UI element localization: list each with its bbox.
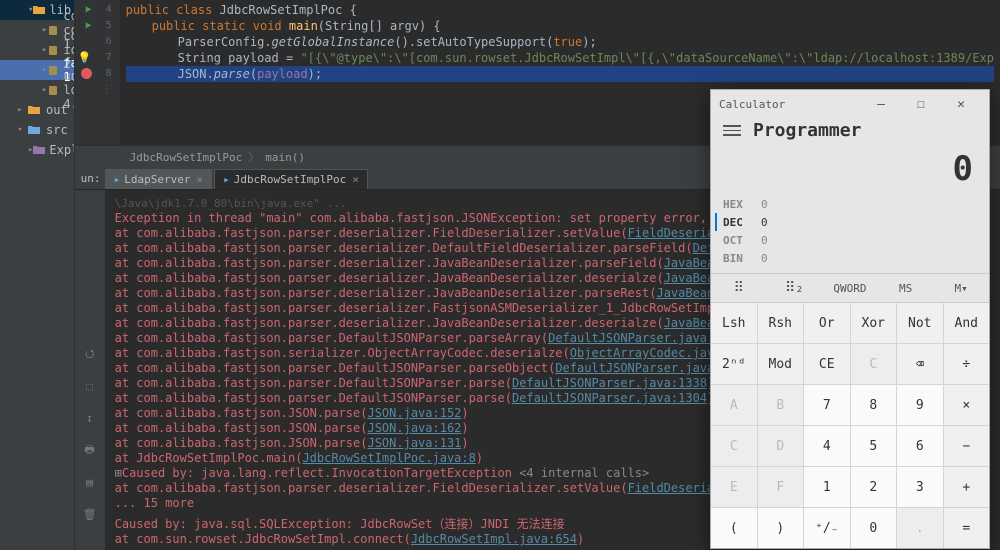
close-icon[interactable]: ×: [352, 173, 359, 186]
calc-key[interactable]: C: [851, 344, 897, 384]
calc-key[interactable]: 5: [851, 426, 897, 466]
calc-key[interactable]: =: [944, 508, 990, 548]
run-icon[interactable]: ▶: [86, 2, 92, 18]
close-icon[interactable]: ×: [196, 173, 203, 186]
calc-keypad: LshRshOrXorNotAnd2ⁿᵈModCEC⌫÷AB789×CD456−…: [711, 303, 989, 548]
calc-key[interactable]: Xor: [851, 303, 897, 343]
folder-o-icon: [26, 103, 42, 117]
calc-key[interactable]: ): [758, 508, 804, 548]
calc-key[interactable]: 3: [897, 467, 943, 507]
breadcrumb-method[interactable]: main(): [265, 151, 305, 164]
calc-key[interactable]: 0: [851, 508, 897, 548]
calc-key[interactable]: CE: [804, 344, 850, 384]
run-tab[interactable]: ▸LdapServer×: [105, 169, 212, 189]
calc-toolbar-btn[interactable]: M▾: [933, 274, 989, 302]
calc-toolbar-btn[interactable]: ⠿₂: [767, 274, 823, 302]
folder-b-icon: [26, 123, 42, 137]
calc-toolbar: ⠿⠿₂QWORDMSM▾: [711, 273, 989, 303]
calc-key[interactable]: ⌫: [897, 344, 943, 384]
calc-mode: Programmer: [753, 120, 861, 141]
calc-toolbar-btn[interactable]: QWORD: [822, 274, 878, 302]
calc-key[interactable]: 2ⁿᵈ: [711, 344, 757, 384]
calc-key[interactable]: C: [711, 426, 757, 466]
calculator-window[interactable]: Calculator — ☐ ✕ Programmer 0 HEX0DEC0OC…: [710, 89, 990, 549]
calculator-titlebar[interactable]: Calculator — ☐ ✕: [711, 90, 989, 118]
calc-key[interactable]: ÷: [944, 344, 990, 384]
tree-label: out: [46, 103, 68, 117]
calc-key[interactable]: Or: [804, 303, 850, 343]
tree-item[interactable]: ▾ src: [0, 120, 74, 140]
calc-key[interactable]: F: [758, 467, 804, 507]
maximize-button[interactable]: ☐: [901, 97, 941, 112]
down-icon[interactable]: ↧: [81, 409, 99, 427]
calc-key[interactable]: Rsh: [758, 303, 804, 343]
calc-key[interactable]: D: [758, 426, 804, 466]
run-label: un:: [81, 172, 101, 189]
bulb-icon[interactable]: 💡: [78, 50, 92, 66]
tree-arrow-icon[interactable]: ▾: [14, 125, 26, 135]
base-row[interactable]: DEC0: [715, 213, 977, 231]
editor-gutter: 4▶ 5▶ 6 7💡 8 ⋮: [75, 0, 120, 145]
run-icon[interactable]: ▶: [86, 18, 92, 34]
calc-key[interactable]: 6: [897, 426, 943, 466]
calc-key[interactable]: (: [711, 508, 757, 548]
calc-key[interactable]: 4: [804, 426, 850, 466]
rerun-icon[interactable]: ⭯: [81, 345, 99, 363]
tree-item[interactable]: ▸ out: [0, 100, 74, 120]
calc-key[interactable]: Lsh: [711, 303, 757, 343]
calc-toolbar-btn[interactable]: ⠿: [711, 274, 767, 302]
jar-icon: [47, 23, 59, 37]
project-tree[interactable]: ▾lib▸commons-codec-1.12.jar▸commons-io-2…: [0, 0, 75, 550]
breakpoint-icon[interactable]: [81, 68, 92, 79]
calc-key[interactable]: 1: [804, 467, 850, 507]
src-icon: [33, 143, 45, 157]
stop-icon[interactable]: ⬚: [81, 377, 99, 395]
calc-key[interactable]: ⁺/₋: [804, 508, 850, 548]
menu-icon[interactable]: [723, 125, 741, 136]
jar-icon: [47, 83, 59, 97]
chevron-right-icon: 〉: [248, 149, 259, 165]
breadcrumb-class[interactable]: JdbcRowSetImplPoc: [130, 151, 243, 164]
jar-icon: [47, 63, 59, 77]
calc-key[interactable]: 8: [851, 385, 897, 425]
calc-key[interactable]: And: [944, 303, 990, 343]
calc-toolbar-btn[interactable]: MS: [878, 274, 934, 302]
base-list: HEX0DEC0OCT0BIN0: [711, 195, 989, 273]
calc-key[interactable]: ×: [944, 385, 990, 425]
calc-key[interactable]: E: [711, 467, 757, 507]
calc-display: 0: [711, 149, 989, 195]
close-button[interactable]: ✕: [941, 97, 981, 112]
jar-icon: [47, 43, 59, 57]
calc-key[interactable]: +: [944, 467, 990, 507]
calc-key[interactable]: −: [944, 426, 990, 466]
calc-key[interactable]: 2: [851, 467, 897, 507]
calc-key[interactable]: B: [758, 385, 804, 425]
calc-key[interactable]: A: [711, 385, 757, 425]
calc-key[interactable]: .: [897, 508, 943, 548]
print-icon[interactable]: 🖶: [81, 441, 99, 459]
run-toolbar: ⭯ ⬚ ↧ 🖶 ▤ 🗑: [75, 190, 105, 550]
tree-item[interactable]: ▸Exploit: [0, 140, 74, 160]
calc-key[interactable]: 7: [804, 385, 850, 425]
run-tab[interactable]: ▸JdbcRowSetImplPoc×: [214, 169, 368, 189]
folder-o-icon: [33, 3, 45, 17]
tree-arrow-icon[interactable]: ▸: [14, 105, 26, 115]
calc-key[interactable]: 9: [897, 385, 943, 425]
calc-key[interactable]: Not: [897, 303, 943, 343]
trash-icon[interactable]: 🗑: [81, 505, 99, 523]
base-row[interactable]: BIN0: [723, 249, 977, 267]
tree-label: src: [46, 123, 68, 137]
base-row[interactable]: OCT0: [723, 231, 977, 249]
base-row[interactable]: HEX0: [723, 195, 977, 213]
minimize-button[interactable]: —: [861, 97, 901, 112]
tree-item[interactable]: ▸unboundid-ldapsdk-4.0.9.jar: [0, 80, 74, 100]
layout-icon[interactable]: ▤: [81, 473, 99, 491]
tree-label: Exploit: [49, 143, 74, 157]
window-title: Calculator: [719, 98, 861, 111]
calc-key[interactable]: Mod: [758, 344, 804, 384]
